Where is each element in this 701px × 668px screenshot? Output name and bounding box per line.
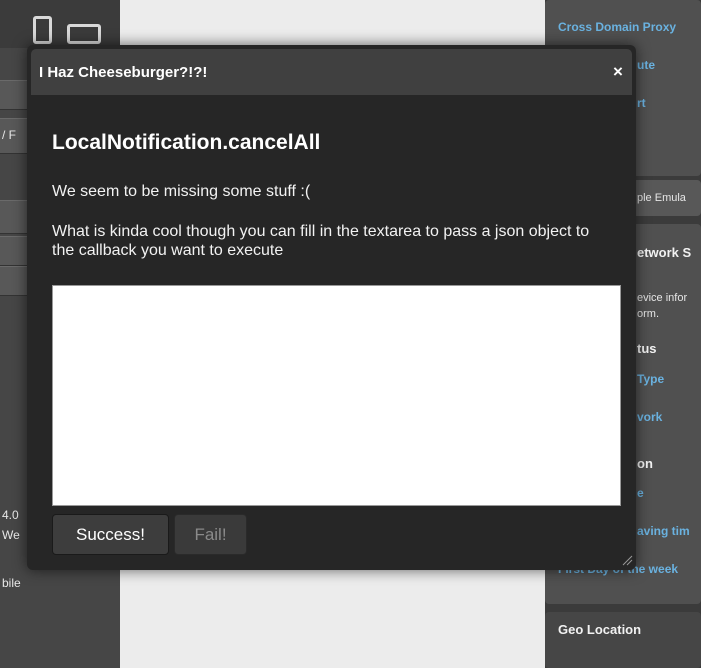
device-info-text: evice infor [637, 292, 688, 304]
phone-landscape-icon[interactable] [67, 24, 101, 44]
dialog-message: We seem to be missing some stuff :( [52, 183, 311, 200]
device-toolbar [0, 0, 120, 48]
left-text: bile [2, 576, 21, 590]
emulator-label: ple Emula [637, 192, 686, 204]
callback-json-textarea[interactable] [52, 285, 621, 506]
dialog-heading: LocalNotification.cancelAll [52, 131, 321, 154]
device-info-text: orm. [637, 308, 659, 320]
section-heading: on [637, 456, 653, 471]
status-heading: tus [637, 341, 657, 356]
notification-dialog: I Haz Cheeseburger?!?! × LocalNotificati… [27, 45, 636, 570]
left-text: / F [2, 128, 16, 142]
close-icon[interactable]: × [613, 62, 623, 82]
phone-portrait-icon[interactable] [33, 16, 52, 44]
network-heading: etwork S [637, 245, 692, 260]
left-text: 4.0 [2, 508, 19, 522]
route-link[interactable]: ute [637, 58, 655, 72]
geo-location-heading[interactable]: Geo Location [558, 622, 641, 637]
network-link[interactable]: vork [637, 410, 662, 424]
type-link[interactable]: Type [637, 372, 664, 386]
left-text: We [2, 528, 20, 542]
item-link[interactable]: e [637, 486, 644, 500]
dialog-header[interactable]: I Haz Cheeseburger?!?! × [31, 49, 632, 95]
daylight-saving-link[interactable]: aving tim [637, 524, 690, 538]
fail-button[interactable]: Fail! [174, 514, 247, 555]
dialog-title: I Haz Cheeseburger?!?! [39, 64, 208, 81]
right-card [545, 612, 701, 668]
dialog-description: What is kinda cool though you can fill i… [52, 223, 590, 259]
resize-grip-icon[interactable] [621, 554, 633, 566]
port-link[interactable]: rt [637, 96, 646, 110]
cross-domain-proxy-link[interactable]: Cross Domain Proxy [558, 20, 676, 34]
success-button[interactable]: Success! [52, 514, 169, 555]
